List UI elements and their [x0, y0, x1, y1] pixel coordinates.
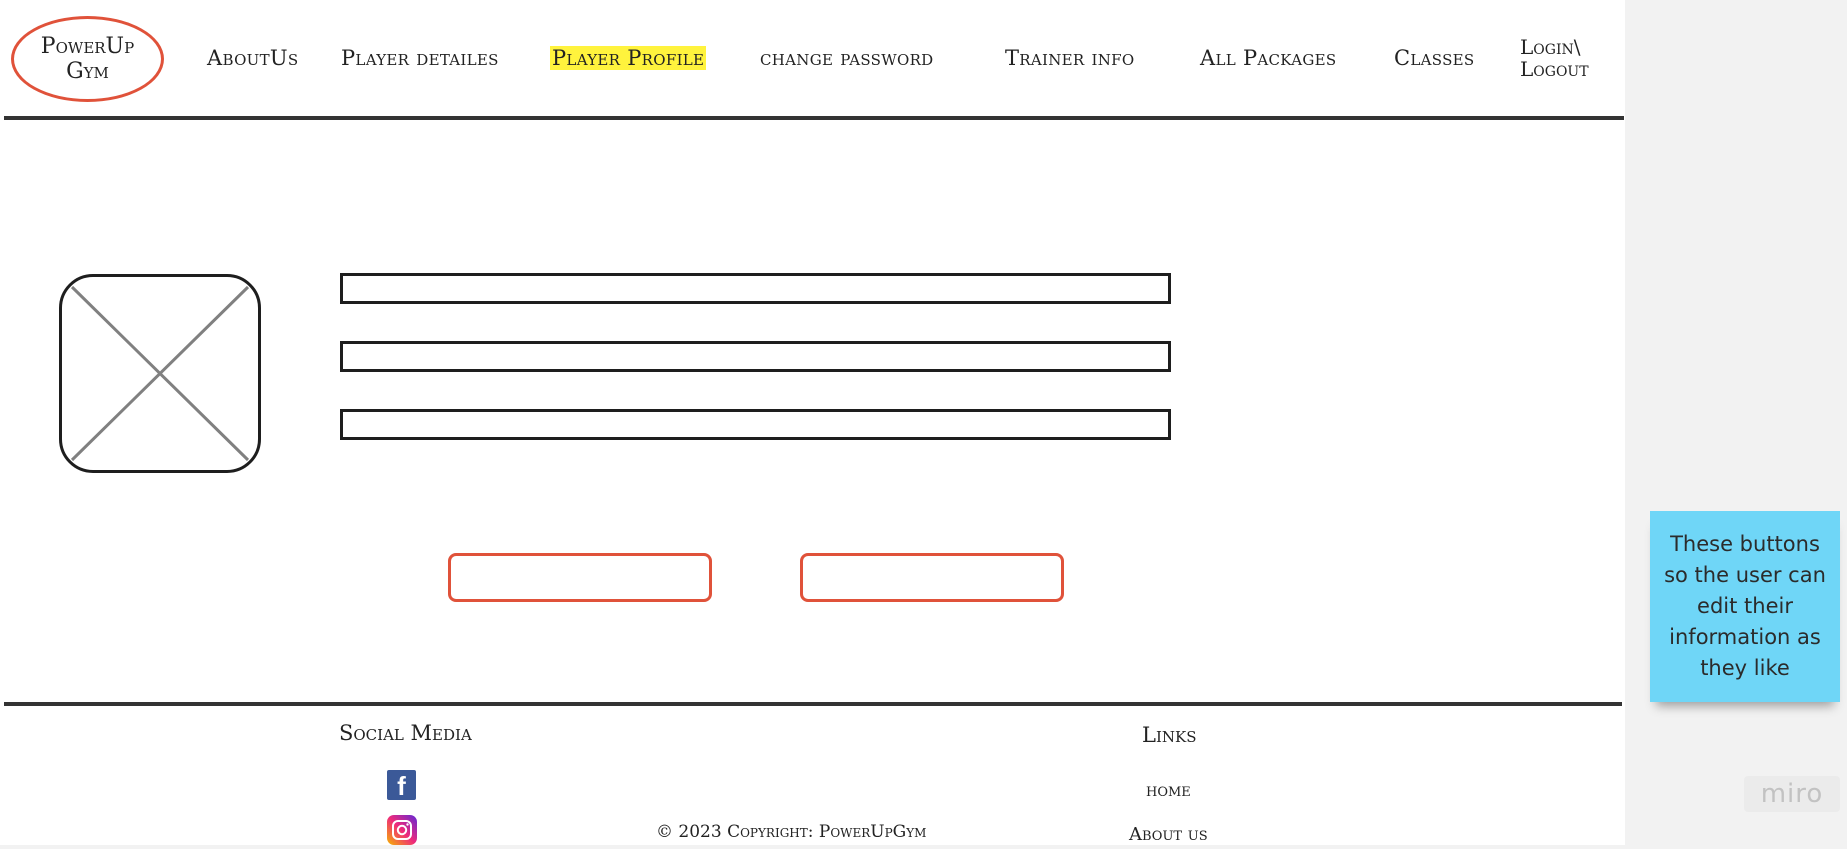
miro-watermark: miro — [1744, 776, 1840, 812]
profile-field-2[interactable] — [340, 341, 1171, 372]
wireframe-board: PowerUp Gym AboutUs Player detailes Play… — [0, 0, 1625, 845]
instagram-glyph — [392, 820, 412, 840]
facebook-icon[interactable]: f — [387, 770, 416, 800]
sticky-note[interactable]: These buttons so the user can edit their… — [1650, 511, 1840, 702]
nav-login-logout[interactable]: Login\ Logout — [1520, 36, 1589, 80]
nav-all-packages[interactable]: All Packages — [1200, 46, 1336, 70]
image-placeholder-icon — [70, 285, 250, 462]
social-media-heading: Social Media — [339, 721, 472, 745]
footer-link-about-us[interactable]: About us — [1129, 824, 1208, 845]
nav-classes[interactable]: Classes — [1394, 46, 1474, 70]
nav-change-password[interactable]: change password — [760, 46, 934, 70]
edit-button-2[interactable] — [800, 553, 1064, 602]
profile-field-1[interactable] — [340, 273, 1171, 304]
logo[interactable]: PowerUp Gym — [11, 16, 164, 102]
profile-field-3[interactable] — [340, 409, 1171, 440]
footer-divider — [4, 702, 1622, 706]
profile-image-placeholder[interactable] — [59, 274, 261, 473]
footer-link-home[interactable]: home — [1146, 780, 1191, 801]
copyright-text: © 2023 Copyright: PowerUpGym — [656, 822, 927, 842]
links-heading: Links — [1142, 723, 1197, 747]
nav-trainer-info[interactable]: Trainer info — [1005, 46, 1134, 70]
nav-about-us[interactable]: AboutUs — [207, 46, 299, 70]
header-divider — [4, 116, 1624, 120]
edit-button-1[interactable] — [448, 553, 712, 602]
nav-player-profile[interactable]: Player Profile — [550, 46, 707, 70]
logo-text: PowerUp Gym — [40, 34, 135, 84]
instagram-icon[interactable] — [387, 815, 417, 845]
sticky-note-text: These buttons so the user can edit their… — [1664, 532, 1826, 680]
nav-player-details[interactable]: Player detailes — [341, 46, 499, 70]
